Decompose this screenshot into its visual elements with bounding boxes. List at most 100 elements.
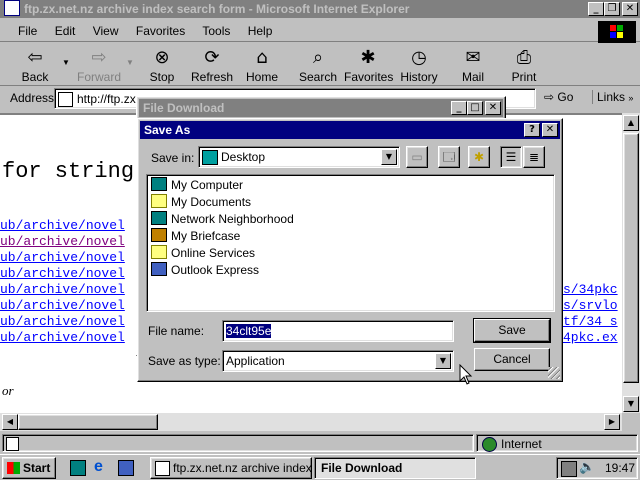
list-item[interactable]: My Briefcase (151, 228, 554, 245)
scroll-thumb[interactable] (623, 133, 639, 383)
clock[interactable]: 19:47 (605, 461, 635, 475)
list-item[interactable]: Outlook Express (151, 262, 554, 279)
result-link[interactable]: ub/archive/novel (0, 282, 125, 298)
save-as-type-label: Save as type: (148, 354, 221, 368)
refresh-button[interactable]: ⟳ Refresh (189, 46, 235, 84)
taskbar-ie-task[interactable]: ftp.zx.net.nz archive index ... (150, 457, 312, 479)
back-dropdown-icon[interactable]: ▼ (62, 58, 70, 67)
results-right: s/34pkc s/srvlo tf/34_s 4pkc.ex (563, 282, 618, 346)
forward-button[interactable]: ⇨ Forward (76, 46, 122, 84)
save-as-type-dropdown[interactable]: Application ▼ (222, 350, 454, 372)
page-status-icon (6, 437, 19, 451)
history-button[interactable]: ◷ History (396, 46, 442, 84)
ie-menu-bar: File Edit View Favorites Tools Help (0, 20, 640, 42)
result-link[interactable]: s/34pkc (563, 282, 618, 298)
menu-view[interactable]: View (93, 24, 119, 38)
ie-toolbar: ⇦ Back ▼ ⇨ Forward ▼ ⊗ Stop ⟳ Refresh ⌂ … (0, 44, 640, 86)
home-button[interactable]: ⌂ Home (239, 46, 285, 84)
list-item[interactable]: My Documents (151, 194, 554, 211)
ie-status-bar: Internet (0, 433, 640, 453)
ie-window-title: ftp.zx.net.nz archive index search form … (24, 2, 410, 16)
taskbar-file-download-task[interactable]: File Download (314, 457, 476, 479)
favorites-button[interactable]: ✱ Favorites (344, 46, 393, 84)
forward-dropdown-icon[interactable]: ▼ (126, 58, 134, 67)
desktop-shortcut-button[interactable]: 🗔 (438, 146, 460, 168)
file-name-input[interactable]: 34clt95e (222, 320, 454, 342)
start-button[interactable]: Start (2, 457, 56, 479)
scroll-down-arrow[interactable]: ▼ (623, 396, 639, 412)
save-as-dialog: Save As ? ✕ Save in: Desktop ▼ ▭ 🗔 ✱ ☰ ≣… (137, 118, 563, 382)
list-item[interactable]: Online Services (151, 245, 554, 262)
hscroll-thumb[interactable] (18, 414, 158, 430)
result-link[interactable]: tf/34_s (563, 314, 618, 330)
chevron-down-icon[interactable]: ▼ (435, 353, 451, 369)
up-one-level-button[interactable]: ▭ (406, 146, 428, 168)
list-item[interactable]: Network Neighborhood (151, 211, 554, 228)
zone-pane: Internet (476, 434, 638, 452)
scroll-left-arrow[interactable]: ◀ (2, 414, 18, 430)
stop-icon: ⊗ (154, 47, 170, 68)
result-link[interactable]: 4pkc.ex (563, 330, 618, 346)
file-list[interactable]: My Computer My Documents Network Neighbo… (146, 174, 555, 312)
result-link[interactable]: s/srvlo (563, 298, 618, 314)
quicklaunch-desktop-icon[interactable] (70, 460, 86, 476)
chevron-down-icon[interactable]: ▼ (381, 149, 397, 165)
list-item[interactable]: My Computer (151, 177, 554, 194)
refresh-icon: ⟳ (204, 47, 220, 68)
speaker-icon[interactable]: 🔈 (579, 460, 595, 475)
new-folder-button[interactable]: ✱ (468, 146, 490, 168)
details-view-button[interactable]: ≣ (523, 146, 545, 168)
result-link[interactable]: ub/archive/novel (0, 218, 125, 234)
print-icon: ⎙ (516, 47, 532, 68)
menu-help[interactable]: Help (248, 24, 273, 38)
tray-network-icon[interactable] (561, 461, 577, 477)
vertical-scrollbar[interactable]: ▲ ▼ (622, 113, 640, 413)
back-button[interactable]: ⇦ Back (12, 46, 58, 84)
save-in-dropdown[interactable]: Desktop ▼ (198, 146, 400, 168)
list-view-button[interactable]: ☰ (500, 146, 522, 168)
ie-title-bar[interactable]: ftp.zx.net.nz archive index search form … (0, 0, 640, 18)
folder-icon (151, 245, 167, 259)
print-button[interactable]: ⎙ Print (501, 46, 547, 84)
menu-edit[interactable]: Edit (55, 24, 76, 38)
menu-file[interactable]: File (18, 24, 37, 38)
horizontal-scrollbar[interactable]: ◀ ▶ (0, 413, 622, 431)
save-button[interactable]: Save (473, 318, 551, 343)
menu-favorites[interactable]: Favorites (136, 24, 185, 38)
file-download-title-bar[interactable]: File Download (139, 99, 503, 117)
result-link[interactable]: ub/archive/novel (0, 234, 125, 250)
result-link[interactable]: ub/archive/novel (0, 266, 125, 282)
mail-button[interactable]: ✉ Mail (450, 46, 496, 84)
links-button[interactable]: Links » (592, 90, 633, 104)
ie-restore-button[interactable]: ❐ (604, 2, 620, 16)
desktop-icon (202, 150, 218, 165)
search-button[interactable]: ⌕ Search (295, 46, 341, 84)
ie-close-button[interactable]: ✕ (622, 2, 638, 16)
file-download-close-button[interactable]: ✕ (485, 101, 501, 115)
help-button[interactable]: ? (524, 123, 540, 137)
quicklaunch-ie-icon[interactable]: e (94, 459, 110, 475)
file-download-minimize-button[interactable]: _ (451, 101, 467, 115)
result-link[interactable]: ub/archive/novel (0, 314, 125, 330)
scroll-right-arrow[interactable]: ▶ (604, 414, 620, 430)
mail-icon: ✉ (465, 47, 481, 68)
menu-tools[interactable]: Tools (202, 24, 230, 38)
result-link[interactable]: ub/archive/novel (0, 330, 125, 346)
stop-button[interactable]: ⊗ Stop (139, 46, 185, 84)
outlook-express-icon (151, 262, 167, 276)
resize-grip-icon[interactable] (548, 367, 560, 379)
result-link[interactable]: ub/archive/novel (0, 250, 125, 266)
taskbar: Start e ftp.zx.net.nz archive index ... … (0, 454, 640, 480)
ie-minimize-button[interactable]: _ (588, 2, 604, 16)
file-download-maximize-button[interactable]: □ (467, 101, 483, 115)
result-link[interactable]: ub/archive/novel (0, 298, 125, 314)
go-button[interactable]: ⇨ Go (544, 90, 573, 104)
file-name-label: File name: (148, 324, 205, 338)
address-label: Address (10, 91, 55, 105)
save-as-title-bar[interactable]: Save As (140, 121, 560, 139)
forward-arrow-icon: ⇨ (91, 47, 107, 68)
scroll-up-arrow[interactable]: ▲ (623, 115, 639, 131)
cancel-button[interactable]: Cancel (474, 348, 550, 371)
save-as-close-button[interactable]: ✕ (542, 123, 558, 137)
quicklaunch-channels-icon[interactable] (118, 460, 134, 476)
